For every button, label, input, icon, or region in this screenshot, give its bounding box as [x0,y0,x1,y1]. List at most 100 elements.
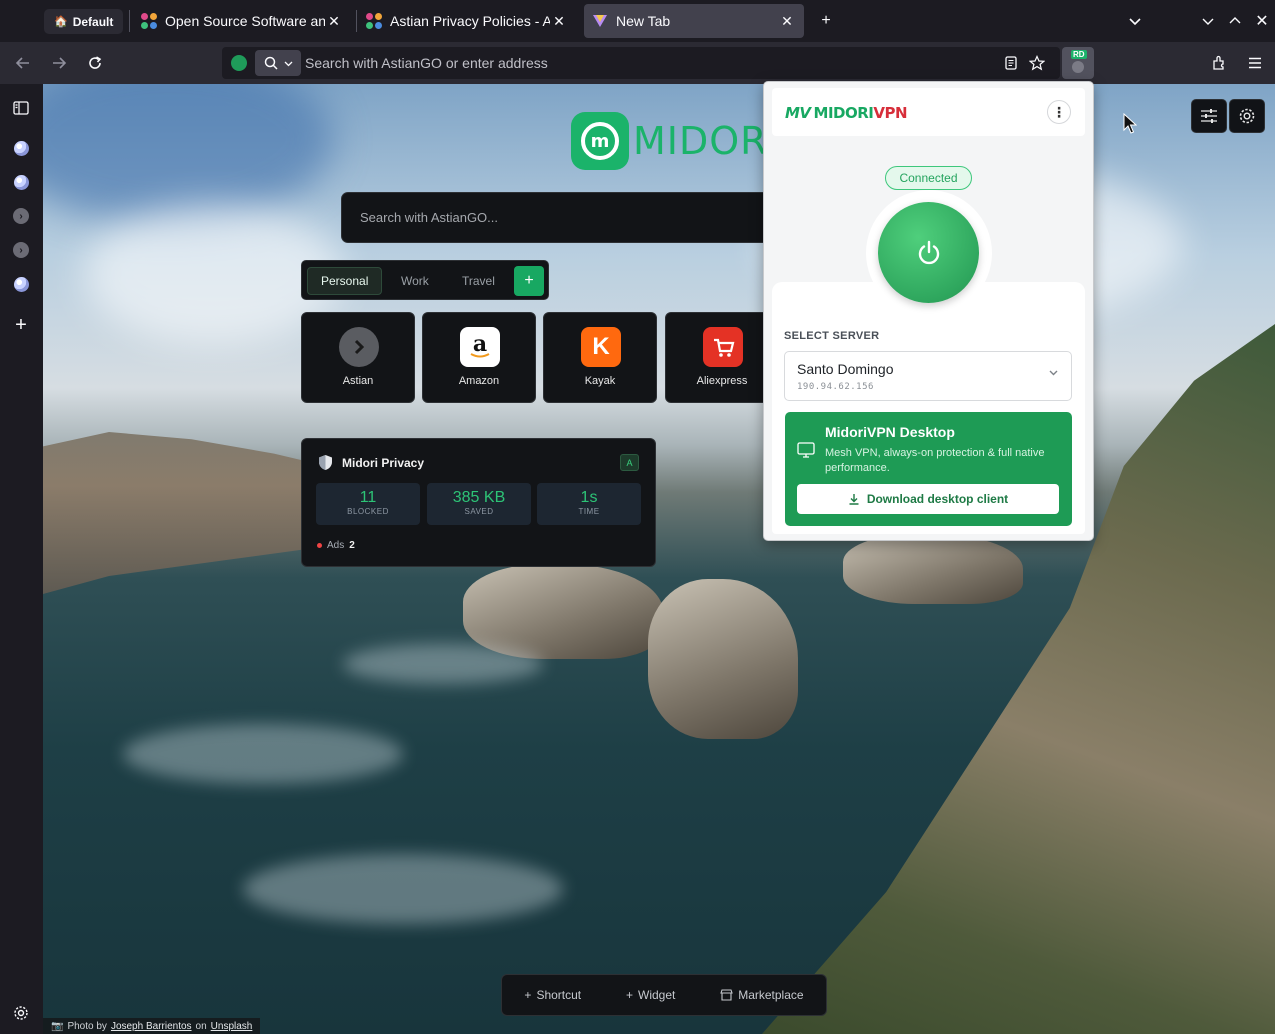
tab-new-tab[interactable]: New Tab ✕ [584,4,804,38]
forward-icon[interactable] [47,51,71,75]
midori-vpn-extension-button[interactable]: RD [1062,47,1094,79]
home-icon: 🏠 [54,16,68,28]
tab-strip: 🏠 Default Open Source Software and ✕ Ast… [0,0,1275,42]
sidebar-web-panel-icon[interactable] [12,173,30,191]
page-search-input[interactable] [360,193,760,242]
shortcut-tile-amazon[interactable]: a Amazon [422,312,536,403]
photo-author-link[interactable]: Joseph Barrientos [111,1021,192,1032]
sidebar: › › + [0,84,43,1034]
extensions-icon[interactable] [1207,51,1231,75]
close-icon[interactable]: ✕ [325,13,343,30]
photo-credit: 📷 Photo by Joseph Barrientos on Unsplash [43,1018,261,1034]
shortcut-tile-aliexpress[interactable]: Aliexpress [665,312,779,403]
browser-window: 🏠 Default Open Source Software and ✕ Ast… [0,0,1275,1034]
shortcut-groups: Personal Work Travel + [301,260,549,300]
vpn-shield-icon[interactable] [231,55,247,71]
midorivpn-logo: MV MIDORI VPN [785,104,908,122]
sidebar-settings-gear-icon[interactable] [12,1004,30,1022]
store-icon [720,989,733,1001]
window-close-icon[interactable]: ✕ [1251,10,1273,32]
chevron-right-icon [339,327,379,367]
chevron-down-icon [284,61,292,66]
settings-button[interactable] [1229,99,1265,133]
shortcut-tile-astian[interactable]: Astian [301,312,415,403]
background-rock [463,564,663,659]
kayak-icon: K [581,327,621,367]
profile-button[interactable]: 🏠 Default [44,9,124,34]
background-rock [843,534,1023,604]
tab-title: Astian Privacy Policies - Ast [390,13,550,29]
extension-badge: RD [1071,50,1087,59]
vpn-header: MV MIDORI VPN ⋮ [772,88,1085,136]
shortcut-label: Kayak [584,375,616,387]
tab-separator [356,10,357,32]
vpn-power-button[interactable] [878,202,979,303]
background-sky [43,84,333,224]
download-desktop-button[interactable]: Download desktop client [797,484,1059,514]
tab-list-chevron-icon[interactable] [1124,10,1146,32]
shortcut-label: Amazon [458,375,500,387]
power-icon [918,240,939,264]
reload-icon[interactable] [83,51,107,75]
server-select[interactable]: Santo Domingo 190.94.62.156 [784,351,1072,401]
amazon-icon: a [460,327,500,367]
midori-logo-icon: m [571,112,629,170]
group-tab-work[interactable]: Work [388,267,442,295]
sidebar-panel-arrow-icon[interactable]: › [12,207,30,225]
privacy-widget: Midori Privacy A 11 BLOCKED 385 KB SAVED… [301,438,656,567]
shortcut-label: Aliexpress [696,375,748,387]
shortcut-tile-kayak[interactable]: K Kayak [543,312,657,403]
search-icon [264,56,278,70]
sidebar-web-panel-icon[interactable] [12,275,30,293]
astian-favicon-icon [366,13,382,29]
add-shortcut-button[interactable]: + Shortcut [524,988,581,1002]
svg-text:a: a [473,332,487,357]
sidebar-toggle-icon[interactable] [12,99,30,117]
stat-blocked: 11 BLOCKED [316,483,420,525]
address-bar[interactable] [222,47,1060,79]
desktop-client-promo: MidoriVPN Desktop Mesh VPN, always-on pr… [785,412,1072,526]
search-engine-selector[interactable] [255,50,301,76]
add-group-button[interactable]: + [514,266,544,296]
maximize-icon[interactable] [1224,10,1246,32]
tab-title: New Tab [616,13,671,29]
plus-icon: + [625,988,633,1002]
add-panel-icon[interactable]: + [12,314,30,336]
new-tab-icon[interactable]: + [815,10,837,32]
minimize-icon[interactable] [1197,10,1219,32]
group-tab-travel[interactable]: Travel [449,267,508,295]
ads-blocked-count: Ads 2 [317,540,355,551]
midori-vpn-popup: MV MIDORI VPN ⋮ Connected SELECT SERVER S… [763,81,1094,541]
close-icon[interactable]: ✕ [550,13,568,30]
add-widget-button[interactable]: + Widget [626,988,675,1002]
bookmark-star-icon[interactable] [1028,54,1046,72]
privacy-widget-title: Midori Privacy [342,456,425,470]
close-icon[interactable]: ✕ [778,13,796,30]
background-rock [648,579,798,739]
camera-icon: 📷 [51,1020,64,1032]
promo-description: Mesh VPN, always-on protection & full na… [825,447,1045,474]
midori-wordmark: MIDORI [633,119,780,163]
menu-icon[interactable] [1243,51,1267,75]
tab-open-source[interactable]: Open Source Software and ✕ [137,4,347,38]
reader-view-icon[interactable] [1002,54,1020,72]
group-tab-personal[interactable]: Personal [307,267,383,295]
page-search-box[interactable] [341,192,771,243]
marketplace-button[interactable]: Marketplace [720,988,804,1002]
mouse-cursor-icon [1123,113,1137,134]
unsplash-link[interactable]: Unsplash [211,1021,253,1032]
background-wave [343,644,543,684]
vpn-more-menu-icon[interactable]: ⋮ [1047,100,1071,124]
background-wave [243,854,563,924]
customize-sliders-button[interactable] [1191,99,1227,133]
sidebar-web-panel-icon[interactable] [12,139,30,157]
sidebar-panel-arrow-icon[interactable]: › [12,241,30,259]
tab-privacy-policies[interactable]: Astian Privacy Policies - Ast ✕ [362,4,572,38]
server-ip: 190.94.62.156 [797,382,874,392]
midori-logo: m MIDORI [571,112,780,170]
address-input[interactable] [305,47,985,79]
back-icon[interactable] [11,51,35,75]
monitor-icon [797,442,815,458]
stat-saved: 385 KB SAVED [427,483,531,525]
vpn-globe-icon [1072,61,1084,73]
